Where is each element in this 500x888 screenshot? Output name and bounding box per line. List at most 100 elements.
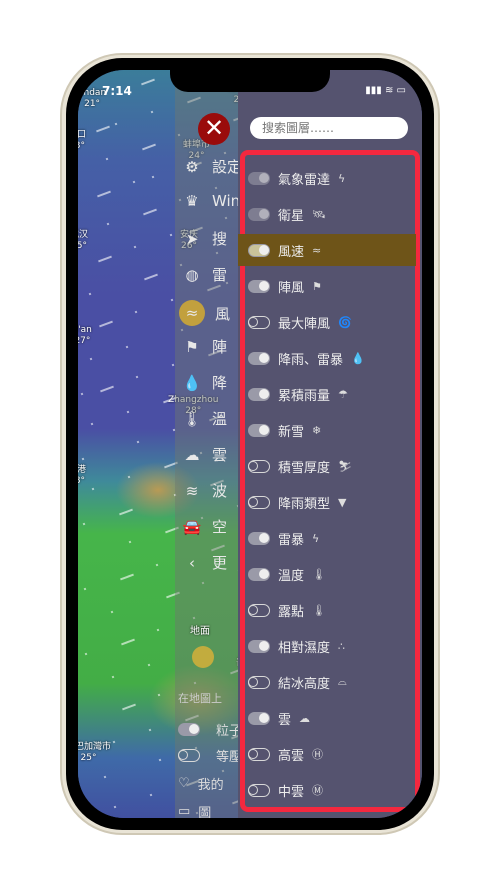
menu-item-chevron-left[interactable]: ‹ 更 [182, 552, 227, 573]
layer-toggle[interactable] [248, 603, 270, 617]
layer-item[interactable]: 衛星 🛰 [238, 198, 422, 230]
menu-item-wind[interactable]: ≈ 風 [179, 300, 230, 326]
altitude-slider-knob[interactable] [192, 646, 214, 668]
drop-icon: 💧 [351, 351, 365, 365]
layer-item[interactable]: 風速 ≈ [238, 234, 416, 266]
layers-panel: 氣象雷達 ϟ 衛星 🛰 風速 ≈ 陣風 ⚑ 最大陣風 🌀 降雨、雷暴 💧 累積雨量 ☂ 新雪 ❄ 積雪厚度 ⛷ 降雨… [238, 70, 422, 818]
menu-item-globe[interactable]: ◍ 雷 [182, 264, 227, 285]
layer-toggle[interactable] [248, 171, 270, 185]
status-time: 7:14 [102, 84, 132, 98]
particles-toggle[interactable]: 粒子 [178, 720, 242, 739]
menu-item-navigation[interactable]: ➤ 搜 [182, 228, 227, 249]
layer-toggle[interactable] [248, 351, 270, 365]
layer-item[interactable]: 相對濕度 ∴ [238, 630, 422, 662]
menu-item-cloud[interactable]: ☁ 雲 [182, 444, 228, 465]
layer-item[interactable]: 降雨類型 ▼ [238, 486, 422, 518]
layer-toggle[interactable] [248, 675, 270, 689]
close-button[interactable]: ✕ [198, 113, 230, 145]
menu-item-windsock[interactable]: ⚑ 陣 [182, 336, 227, 357]
wind-particle [149, 793, 153, 797]
toggle[interactable] [178, 723, 200, 736]
layer-toggle[interactable] [248, 747, 270, 761]
wind-particle [103, 775, 107, 779]
layer-item[interactable]: 雷暴 ϟ [238, 522, 422, 554]
menu-item-drop[interactable]: 💧 降 [182, 372, 227, 393]
layer-toggle[interactable] [248, 279, 270, 293]
cloud-icon: ☁ [184, 445, 200, 464]
layer-item[interactable]: 累積雨量 ☂ [238, 378, 422, 410]
wind-particle [125, 345, 129, 349]
wind-particle [82, 522, 86, 526]
menu-item-thermometer[interactable]: 🌡 溫 [182, 408, 227, 429]
navigation-icon: ➤ [185, 229, 199, 248]
favorites-item[interactable]: ♡ 我的 [178, 774, 224, 793]
layer-item[interactable]: 溫度 🌡 [238, 558, 422, 590]
wind-particle [91, 487, 95, 491]
layer-toggle[interactable] [248, 639, 270, 653]
hurricane-icon: 🌀 [338, 315, 352, 329]
layer-toggle[interactable] [248, 423, 270, 437]
wind-particle [141, 78, 155, 86]
altitude-label: 地面 [190, 626, 210, 637]
menu-item-label: 更 [212, 554, 228, 572]
layer-toggle[interactable] [248, 711, 270, 725]
wind-particle [98, 255, 112, 263]
layer-label: 氣象雷達 [278, 172, 331, 188]
wind-icon: ≈ [312, 243, 322, 257]
wind-particle [81, 457, 85, 461]
menu-item-label: 空 [212, 518, 228, 536]
layer-toggle[interactable] [248, 207, 270, 221]
wind-particle [80, 392, 84, 396]
layer-toggle[interactable] [248, 459, 270, 473]
menu-item-car[interactable]: 🚘 空 [182, 516, 227, 537]
layer-toggle[interactable] [248, 567, 270, 581]
bottom-item[interactable]: ▭ 圖 [178, 802, 211, 818]
layer-label: 雲 [278, 712, 292, 728]
wind-particle [89, 357, 93, 361]
layer-toggle[interactable] [248, 387, 270, 401]
wind-particle [155, 563, 159, 567]
layer-item[interactable]: 中雲 Ⓜ [238, 774, 422, 806]
layer-label: 風速 [278, 244, 305, 260]
layer-item[interactable]: 最大陣風 🌀 [238, 306, 422, 338]
thermometer-icon: 🌡 [312, 567, 326, 581]
layer-search-input[interactable] [250, 117, 408, 139]
map-city-label: 武汉 25° [78, 230, 89, 251]
menu-item-gear[interactable]: ⚙ 設定 [182, 156, 242, 177]
layer-item[interactable]: 雲 ☁ [238, 702, 422, 734]
layer-toggle[interactable] [248, 243, 270, 257]
menu-item-waves[interactable]: ≋ 波 [182, 480, 227, 501]
thunder-icon: ϟ [312, 531, 320, 545]
wind-particle [170, 298, 174, 302]
thermometer-icon: 🌡 [182, 409, 202, 428]
layer-toggle[interactable] [248, 495, 270, 509]
layer-item[interactable]: 結冰高度 ⌓ [238, 666, 422, 698]
isobars-toggle[interactable]: 等壓 [178, 746, 242, 765]
mid-cloud-icon: Ⓜ [312, 784, 324, 797]
toggle[interactable] [178, 749, 200, 762]
layer-label: 高雲 [278, 748, 305, 764]
layer-toggle[interactable] [248, 315, 270, 329]
layer-item[interactable]: 陣風 ⚑ [238, 270, 422, 302]
menu-item-label: 雲 [212, 446, 228, 464]
layer-item[interactable]: 積雪厚度 ⛷ [238, 450, 422, 482]
rain-cloud-icon: ☂ [338, 387, 348, 401]
menu-item-label: 陣 [212, 338, 228, 356]
layer-toggle[interactable] [248, 783, 270, 797]
crown-icon: ♛ [185, 192, 199, 210]
wind-particle [99, 320, 113, 328]
layer-item[interactable]: 新雪 ❄ [238, 414, 422, 446]
status-icons: ▮▮▮ ≋ ▭ [365, 85, 406, 96]
wind-particle [147, 663, 151, 667]
layer-item[interactable]: 高雲 Ⓗ [238, 738, 422, 770]
layer-item[interactable]: 氣象雷達 ϟ [238, 162, 422, 194]
layer-item[interactable]: 降雨、雷暴 💧 [238, 342, 422, 374]
layer-label: 累積雨量 [278, 388, 331, 404]
wind-particle [132, 180, 136, 184]
wind-particle [119, 508, 133, 516]
layer-label: 雷暴 [278, 532, 305, 548]
dew-point-icon: 🌡 [312, 603, 326, 617]
layer-toggle[interactable] [248, 531, 270, 545]
wind-particle [127, 475, 131, 479]
layer-item[interactable]: 露點 🌡 [238, 594, 422, 626]
